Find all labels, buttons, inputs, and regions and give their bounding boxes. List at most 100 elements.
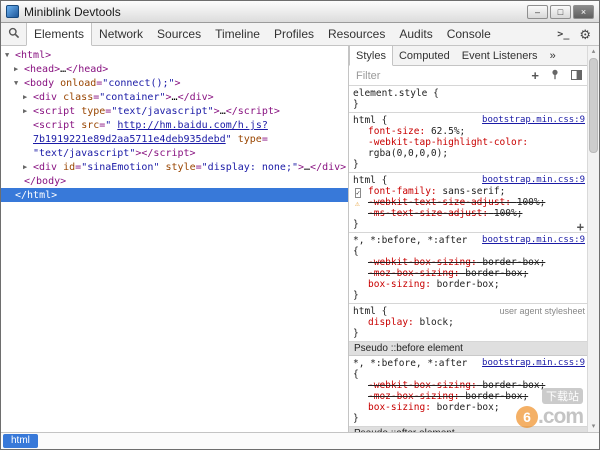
rule-selector[interactable]: bootstrap.min.css:9*, *:before, *:after … [353, 235, 585, 257]
dom-tree-line[interactable]: ▶<div id="sinaEmotion" style="display: n… [1, 160, 348, 174]
dom-tree-line[interactable]: 7b1919221e89d2aa5711e4deb935debd" type= [1, 132, 348, 146]
app-icon [6, 5, 19, 18]
stylesheet-origin-label: user agent stylesheet [499, 306, 585, 317]
twisty-spacer [23, 146, 33, 160]
tab-timeline[interactable]: Timeline [208, 23, 267, 45]
insert-rule-plus-icon[interactable]: + [577, 222, 584, 232]
dom-tree-line[interactable]: ▼<body onload="connect();"> [1, 76, 348, 90]
pin-icon[interactable] [550, 69, 560, 83]
tab-resources[interactable]: Resources [321, 23, 392, 45]
twisty-spacer [14, 174, 24, 188]
css-property[interactable]: display: block; [353, 317, 585, 328]
style-rule: user agent stylesheethtml {display: bloc… [349, 304, 587, 342]
main-toolbar: ElementsNetworkSourcesTimelineProfilesRe… [1, 23, 599, 46]
inspect-element-button[interactable] [1, 23, 26, 45]
dom-tree-line[interactable]: ▶<script type="text/javascript">…</scrip… [1, 104, 348, 118]
toolbar-tabs: ElementsNetworkSourcesTimelineProfilesRe… [26, 23, 498, 45]
twisty-icon[interactable]: ▼ [14, 76, 24, 90]
tab-profiles[interactable]: Profiles [267, 23, 321, 45]
stylesheet-link[interactable]: bootstrap.min.css:9 [482, 175, 585, 186]
styles-rules-list: element.style {}bootstrap.min.css:9html … [349, 86, 587, 432]
sidebar-tab-bar: StylesComputedEvent Listeners» [349, 46, 587, 66]
console-drawer-icon[interactable]: >_ [557, 29, 569, 40]
css-property[interactable]: box-sizing: border-box; [353, 402, 585, 413]
css-property[interactable]: -moz-box-sizing: border-box; [353, 391, 585, 402]
styles-filter-input[interactable] [354, 69, 444, 83]
twisty-icon[interactable]: ▼ [5, 48, 15, 62]
css-property[interactable]: ⚠-webkit-text-size-adjust: 100%; [353, 197, 585, 208]
styles-pane-toolbar: + [531, 69, 582, 83]
scrollbar-thumb[interactable] [589, 58, 598, 153]
tab-elements[interactable]: Elements [26, 23, 92, 46]
dom-tree-line[interactable]: </html> [1, 188, 348, 202]
tab-audits[interactable]: Audits [392, 23, 439, 45]
style-rule: bootstrap.min.css:9*, *:before, *:after … [349, 356, 587, 427]
css-property[interactable]: -webkit-box-sizing: border-box; [353, 380, 585, 391]
breadcrumb-html[interactable]: html [3, 434, 38, 448]
minimize-button[interactable]: – [527, 5, 548, 19]
rule-selector[interactable]: bootstrap.min.css:9html { [353, 175, 585, 186]
window-controls: –□× [527, 5, 594, 19]
stylesheet-link[interactable]: bootstrap.min.css:9 [482, 115, 585, 126]
window-title: Miniblink Devtools [24, 5, 121, 19]
breadcrumb-bar: html [1, 432, 599, 449]
css-property[interactable]: box-sizing: border-box; [353, 279, 585, 290]
sidebar-tab-styles[interactable]: Styles [349, 46, 393, 66]
new-style-rule-icon[interactable]: + [531, 69, 539, 82]
css-property[interactable]: -webkit-box-sizing: border-box; [353, 257, 585, 268]
css-property[interactable]: font-size: 62.5%; [353, 126, 585, 137]
styles-scrollbar[interactable]: ▴ ▾ [587, 46, 599, 432]
elements-panel: ▼<html>▶<head>…</head>▼<body onload="con… [1, 46, 349, 432]
sidebar-tab-event-listeners[interactable]: Event Listeners [456, 46, 544, 65]
dom-tree-line[interactable]: ▶<div class="container">…</div> [1, 90, 348, 104]
styles-sidebar: StylesComputedEvent Listeners» + element… [349, 46, 587, 432]
twisty-icon[interactable]: ▶ [23, 160, 33, 174]
rule-selector[interactable]: bootstrap.min.css:9html { [353, 115, 585, 126]
dom-tree-line[interactable]: ▶<head>…</head> [1, 62, 348, 76]
dom-tree: ▼<html>▶<head>…</head>▼<body onload="con… [1, 48, 348, 202]
main-split: ▼<html>▶<head>…</head>▼<body onload="con… [1, 46, 599, 432]
close-button[interactable]: × [573, 5, 594, 19]
css-property[interactable]: -webkit-tap-highlight-color: rgba(0,0,0,… [353, 137, 585, 159]
pseudo-element-header: Pseudo ::before element [349, 342, 587, 356]
twisty-icon[interactable]: ▶ [23, 90, 33, 104]
tab-sources[interactable]: Sources [150, 23, 208, 45]
maximize-button[interactable]: □ [550, 5, 571, 19]
title-bar: Miniblink Devtools –□× [1, 1, 599, 23]
dom-tree-line[interactable]: </body> [1, 174, 348, 188]
scroll-up-icon[interactable]: ▴ [588, 46, 599, 57]
magnifier-icon [8, 27, 20, 42]
dom-tree-line[interactable]: <script src=" http://hm.baidu.com/h.js? [1, 118, 348, 132]
scroll-down-icon[interactable]: ▾ [588, 421, 599, 432]
style-rule: bootstrap.min.css:9html {font-size: 62.5… [349, 113, 587, 173]
element-state-icon[interactable] [571, 69, 582, 83]
style-rule: bootstrap.min.css:9html {✓font-family: s… [349, 173, 587, 233]
tab-network[interactable]: Network [92, 23, 150, 45]
resource-link[interactable]: 7b1919221e89d2aa5711e4deb935debd [33, 134, 226, 145]
settings-gear-icon[interactable]: ⚙ [579, 28, 591, 41]
resource-link[interactable]: http://hm.baidu.com/h.js? [117, 120, 268, 131]
css-property[interactable]: -moz-box-sizing: border-box; [353, 268, 585, 279]
warning-icon: ⚠ [355, 199, 360, 208]
rule-selector[interactable]: user agent stylesheethtml { [353, 306, 585, 317]
dom-tree-line[interactable]: ▼<html> [1, 48, 348, 62]
rule-selector[interactable]: element.style { [353, 88, 585, 99]
stylesheet-link[interactable]: bootstrap.min.css:9 [482, 235, 585, 246]
tab-console[interactable]: Console [440, 23, 498, 45]
twisty-spacer [5, 188, 15, 202]
twisty-spacer [23, 118, 33, 132]
toolbar-right: >_ ⚙ [557, 23, 599, 45]
twisty-icon[interactable]: ▶ [14, 62, 24, 76]
styles-filter-bar: + [349, 66, 587, 86]
dom-tree-line[interactable]: "text/javascript"></script> [1, 146, 348, 160]
rule-selector[interactable]: bootstrap.min.css:9*, *:before, *:after … [353, 358, 585, 380]
devtools-window: Miniblink Devtools –□× ElementsNetworkSo… [0, 0, 600, 450]
style-rule: element.style {} [349, 86, 587, 113]
css-property[interactable]: -ms-text-size-adjust: 100%; [353, 208, 585, 219]
css-property[interactable]: ✓font-family: sans-serif; [353, 186, 585, 197]
sidebar-tab-more[interactable]: » [544, 46, 562, 65]
twisty-icon[interactable]: ▶ [23, 104, 33, 118]
sidebar-tab-computed[interactable]: Computed [393, 46, 456, 65]
stylesheet-link[interactable]: bootstrap.min.css:9 [482, 358, 585, 369]
twisty-spacer [23, 132, 33, 146]
